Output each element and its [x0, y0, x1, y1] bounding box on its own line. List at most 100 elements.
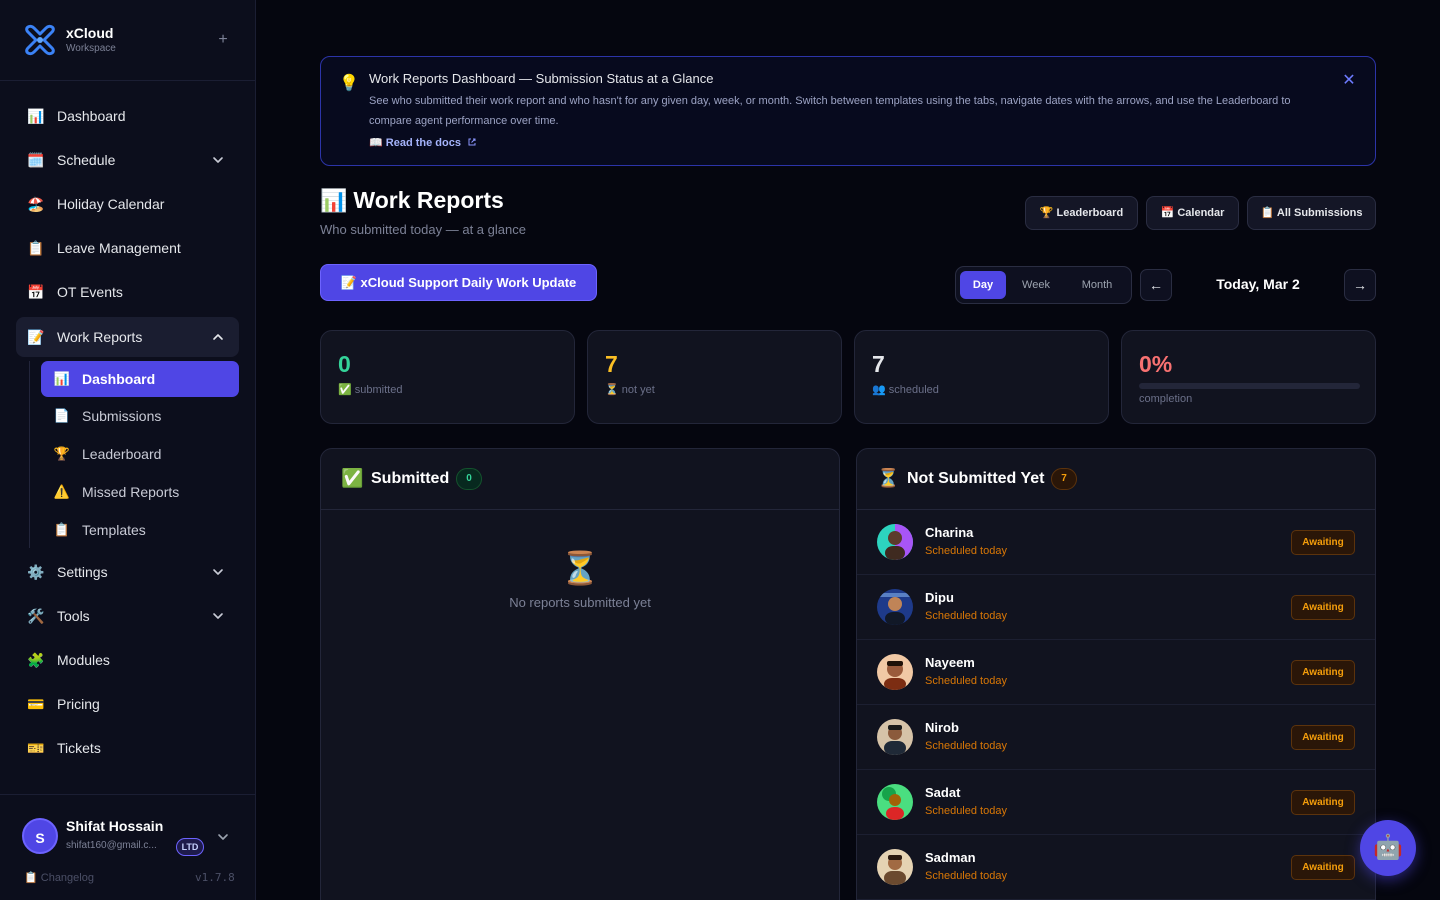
next-date-button[interactable]: → — [1344, 269, 1376, 301]
warning-icon: ⚠️ — [53, 484, 71, 499]
agent-name: Nirob — [925, 720, 959, 735]
agent-schedule: Scheduled today — [925, 740, 1007, 752]
sidebar-subitem-leaderboard[interactable]: 🏆 Leaderboard — [41, 436, 239, 472]
table-row[interactable]: Charina Scheduled today Awaiting — [857, 510, 1375, 575]
period-day-button[interactable]: Day — [960, 271, 1006, 299]
sidebar-item-leave-management[interactable]: 📋 Leave Management — [16, 228, 239, 268]
stat-card-completion: 0% completion — [1121, 330, 1376, 424]
calendar-date-icon: 📅 — [27, 284, 45, 300]
sidebar-item-tickets[interactable]: 🎫 Tickets — [16, 728, 239, 768]
avatar — [877, 654, 913, 690]
table-row[interactable]: Sadman Scheduled today Awaiting — [857, 835, 1375, 900]
sidebar-item-label: OT Events — [57, 284, 123, 300]
sidebar-subitem-label: Missed Reports — [82, 484, 180, 500]
user-menu[interactable]: S Shifat Hossain shifat160@gmail.c... LT… — [0, 794, 255, 900]
credit-card-icon: 💳 — [27, 696, 45, 712]
status-badge: Awaiting — [1291, 725, 1355, 750]
user-email: shifat160@gmail.c... — [66, 840, 157, 851]
leaderboard-button[interactable]: 🏆 Leaderboard — [1025, 196, 1138, 230]
changelog-link[interactable]: 📋 Changelog — [24, 871, 94, 884]
chevron-up-icon — [213, 334, 223, 340]
puzzle-icon: 🧩 — [27, 652, 45, 668]
submitted-panel: ✅ Submitted 0 ⏳ No reports submitted yet — [320, 448, 840, 900]
sidebar-subitem-label: Dashboard — [82, 371, 156, 387]
sidebar-item-label: Tickets — [57, 740, 101, 756]
sidebar-item-work-reports[interactable]: 📝 Work Reports — [16, 317, 239, 357]
template-tab[interactable]: 📝 xCloud Support Daily Work Update — [320, 264, 597, 301]
all-submissions-button[interactable]: 📋 All Submissions — [1247, 196, 1376, 230]
document-icon: 📄 — [53, 408, 71, 423]
sidebar-item-settings[interactable]: ⚙️ Settings — [16, 552, 239, 592]
sidebar-item-schedule[interactable]: 🗓️ Schedule — [16, 140, 239, 180]
submenu-guide-line — [29, 361, 30, 548]
page-title-text: Work Reports — [353, 187, 504, 213]
stat-card-scheduled: 7 👥 scheduled — [854, 330, 1109, 424]
sidebar-item-tools[interactable]: 🛠️ Tools — [16, 596, 239, 636]
sidebar-item-label: Schedule — [57, 152, 116, 168]
agent-schedule: Scheduled today — [925, 545, 1007, 557]
chart-icon: 📊 — [320, 188, 348, 213]
status-badge: Awaiting — [1291, 790, 1355, 815]
memo-icon: 📝 — [27, 329, 45, 345]
sidebar-item-label: Holiday Calendar — [57, 196, 165, 212]
status-badge: Awaiting — [1291, 595, 1355, 620]
gear-icon: ⚙️ — [27, 564, 45, 580]
current-date-label: Today, Mar 2 — [1216, 276, 1300, 292]
table-row[interactable]: Sadat Scheduled today Awaiting — [857, 770, 1375, 835]
check-icon: ✅ — [341, 468, 364, 488]
close-icon[interactable]: ✕ — [1339, 71, 1359, 91]
beach-icon: 🏖️ — [27, 196, 45, 212]
sidebar-subitem-dashboard[interactable]: 📊 Dashboard — [41, 361, 239, 397]
calendar-icon: 🗓️ — [27, 152, 45, 168]
table-row[interactable]: Nayeem Scheduled today Awaiting — [857, 640, 1375, 705]
avatar — [877, 849, 913, 885]
sidebar-subitem-submissions[interactable]: 📄 Submissions — [41, 398, 239, 434]
sidebar-item-label: Work Reports — [57, 329, 143, 345]
sidebar-item-pricing[interactable]: 💳 Pricing — [16, 684, 239, 724]
avatar — [877, 719, 913, 755]
avatar — [877, 589, 913, 625]
agent-schedule: Scheduled today — [925, 870, 1007, 882]
table-row[interactable]: Nirob Scheduled today Awaiting — [857, 705, 1375, 770]
period-month-button[interactable]: Month — [1068, 271, 1126, 299]
sidebar-subitem-label: Leaderboard — [82, 446, 162, 462]
sidebar-subitem-templates[interactable]: 📋 Templates — [41, 512, 239, 548]
hourglass-icon: ⏳ — [877, 468, 900, 488]
sidebar-subitem-missed-reports[interactable]: ⚠️ Missed Reports — [41, 474, 239, 510]
sidebar-item-dashboard[interactable]: 📊 Dashboard — [16, 96, 239, 136]
sidebar-subitem-label: Templates — [82, 522, 146, 538]
calendar-button[interactable]: 📅 Calendar — [1146, 196, 1239, 230]
sidebar-item-modules[interactable]: 🧩 Modules — [16, 640, 239, 680]
not-submitted-panel: ⏳ Not Submitted Yet 7 Charina Scheduled … — [856, 448, 1376, 900]
period-week-button[interactable]: Week — [1012, 271, 1060, 299]
chart-icon: 📊 — [27, 108, 45, 124]
banner-title: Work Reports Dashboard — Submission Stat… — [369, 71, 714, 86]
agent-name: Sadat — [925, 785, 961, 800]
agent-schedule: Scheduled today — [925, 675, 1007, 687]
sidebar-item-ot-events[interactable]: 📅 OT Events — [16, 272, 239, 312]
table-row[interactable]: Dipu Scheduled today Awaiting — [857, 575, 1375, 640]
clipboard-icon: 📋 — [53, 522, 71, 537]
sidebar-item-label: Modules — [57, 652, 110, 668]
app-version: v1.7.8 — [195, 871, 235, 884]
agent-name: Charina — [925, 525, 974, 540]
chevron-down-icon[interactable] — [216, 830, 230, 844]
empty-state-text: No reports submitted yet — [509, 595, 651, 610]
status-badge: Awaiting — [1291, 530, 1355, 555]
sidebar-item-holiday-calendar[interactable]: 🏖️ Holiday Calendar — [16, 184, 239, 224]
add-workspace-button[interactable]: + — [212, 29, 234, 51]
stat-value: 7 — [605, 351, 618, 377]
count-badge: 0 — [456, 468, 482, 490]
previous-date-button[interactable]: ← — [1140, 269, 1172, 301]
assistant-bot-button[interactable]: 🤖 — [1360, 820, 1416, 876]
read-docs-link[interactable]: 📖 Read the docs — [369, 136, 477, 149]
agent-name: Sadman — [925, 850, 976, 865]
chart-icon: 📊 — [53, 371, 71, 386]
sidebar: xCloud Workspace + 📊 Dashboard 🗓️ Schedu… — [0, 0, 256, 900]
sidebar-item-label: Tools — [57, 608, 90, 624]
external-link-icon — [468, 138, 476, 146]
sidebar-item-label: Leave Management — [57, 240, 181, 256]
info-banner: 💡 Work Reports Dashboard — Submission St… — [320, 56, 1376, 166]
avatar: S — [22, 818, 58, 854]
page-title: 📊 Work Reports — [320, 187, 504, 214]
